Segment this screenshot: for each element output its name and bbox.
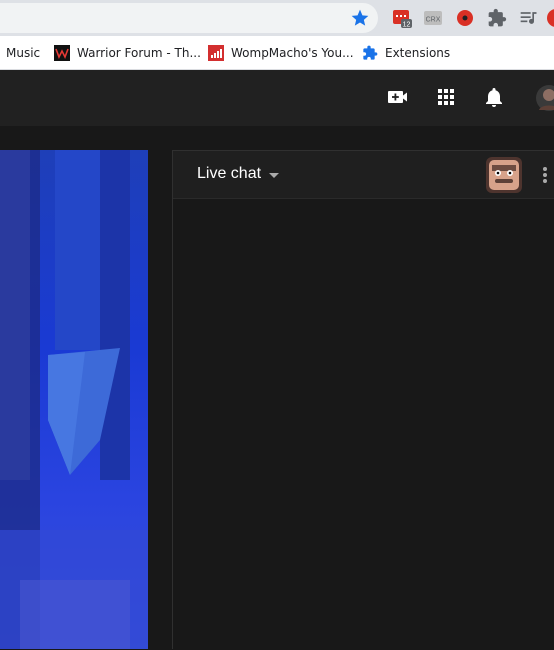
extension-badge-count: 12 [403,22,411,29]
extension-red-badge-icon[interactable]: 12 [392,8,412,28]
address-bar[interactable] [0,3,378,33]
bookmark-warrior-forum[interactable]: Warrior Forum - Th... [54,44,201,62]
puzzle-icon [363,45,378,60]
caret-down-icon [269,172,280,178]
bookmarks-bar: Music Warrior Forum - Th... WompMacho's … [0,36,554,70]
live-chat-header: Live chat [173,151,554,199]
video-camera-plus-icon[interactable] [386,85,410,109]
video-frame [0,150,148,649]
media-queue-icon[interactable] [519,8,539,28]
bookmark-extensions[interactable]: Extensions [362,44,450,62]
crx-extension-icon[interactable]: CRX [423,8,443,28]
apps-grid-icon[interactable] [434,85,458,109]
bookmark-label: Music [6,46,41,60]
bookmark-label: Warrior Forum - Th... [77,46,201,60]
live-chat-panel: Live chat [172,150,554,649]
browser-toolbar: 12 CRX [0,0,554,36]
account-avatar[interactable] [536,84,554,112]
live-chat-mode-dropdown[interactable]: Live chat [197,165,280,183]
bell-icon[interactable] [482,85,506,109]
live-chat-title: Live chat [197,165,262,182]
bookmark-star-icon[interactable] [350,8,370,28]
youtube-masthead [0,70,554,126]
record-extension-icon[interactable] [455,8,475,28]
more-vertical-icon[interactable] [537,163,553,187]
live-chat-messages [173,199,554,650]
analytics-bars-icon [208,45,224,61]
bookmark-label: WompMacho's You... [231,46,354,60]
warrior-forum-icon [54,45,70,61]
bookmark-label: Extensions [385,46,451,60]
crx-label: CRX [426,17,441,24]
bookmark-wompmacho-youtube[interactable]: WompMacho's You... [208,44,354,62]
profile-avatar-partial-icon[interactable] [546,8,554,28]
extensions-puzzle-icon[interactable] [487,8,507,28]
video-player[interactable] [0,150,148,649]
bookmark-music[interactable]: Music [6,44,40,62]
chat-user-avatar[interactable] [486,157,522,193]
